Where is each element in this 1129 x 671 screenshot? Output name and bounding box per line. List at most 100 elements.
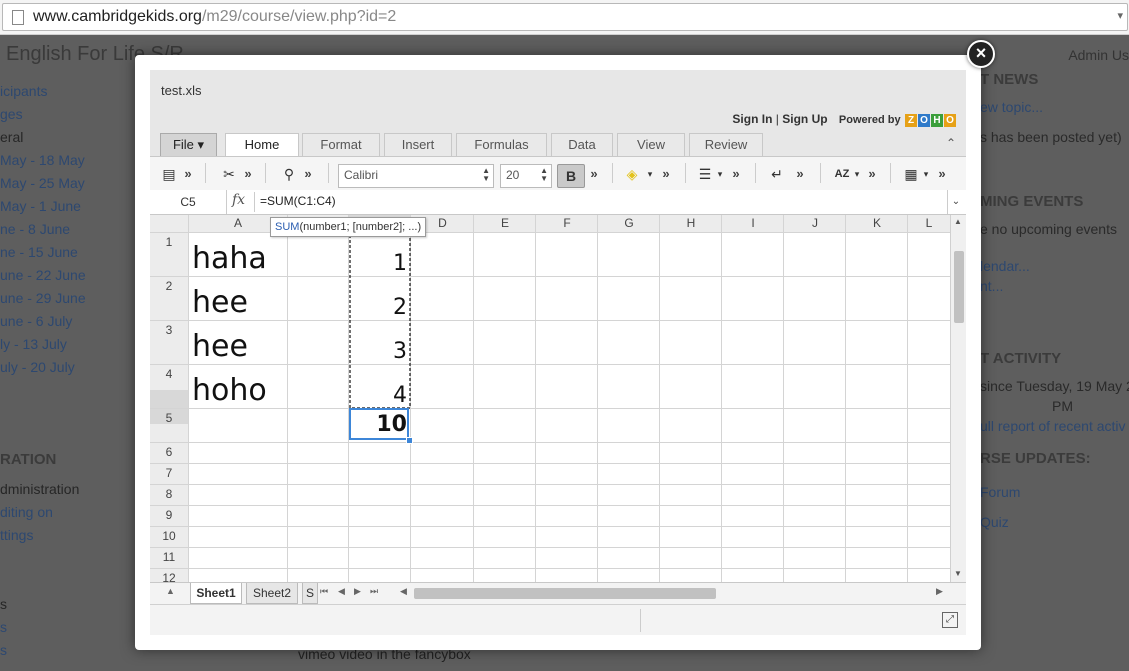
nav-item[interactable]: May - 25 May <box>0 175 85 191</box>
fill-handle[interactable] <box>406 437 413 444</box>
user-menu[interactable]: Admin Us <box>1068 47 1129 63</box>
nav-item[interactable]: ne - 15 June <box>0 244 78 260</box>
events-item[interactable]: lendar... <box>980 258 1030 274</box>
tab-view[interactable]: View <box>617 133 685 156</box>
row-header[interactable]: 9 <box>150 508 188 522</box>
scroll-up-icon[interactable]: ▲ <box>954 217 962 226</box>
close-button[interactable]: × <box>967 40 995 68</box>
cell-c4[interactable]: 4 <box>350 385 407 407</box>
column-header[interactable]: H <box>660 215 722 232</box>
nav-item[interactable]: eral <box>0 129 23 145</box>
cut-icon[interactable]: ✂ <box>220 164 238 184</box>
chevron-down-icon[interactable]: ▾ <box>715 164 725 184</box>
row-header[interactable]: 11 <box>150 550 188 564</box>
more-options-icon[interactable]: » <box>794 164 806 184</box>
cell-c1[interactable]: 1 <box>350 253 407 275</box>
spinner-icon[interactable]: ▲ ▼ <box>482 167 490 183</box>
sheet-tab-3[interactable]: S <box>302 583 318 604</box>
scroll-left-icon[interactable]: ◀ <box>400 586 407 597</box>
formula-input[interactable]: =SUM(C1:C4) <box>260 194 336 208</box>
nav-item[interactable]: une - 22 June <box>0 267 86 283</box>
chevron-down-icon[interactable]: ▾ <box>1117 9 1123 22</box>
row-header[interactable]: 7 <box>150 466 188 480</box>
fill-color-icon[interactable]: ◈ <box>623 164 641 184</box>
scrollbar-thumb[interactable] <box>414 588 716 599</box>
nav-item[interactable]: uly - 20 July <box>0 359 75 375</box>
more-options-icon[interactable]: » <box>242 164 254 184</box>
more-options-icon[interactable]: » <box>936 164 948 184</box>
nav-item[interactable]: une - 6 July <box>0 313 72 329</box>
collapse-ribbon-icon[interactable]: ⌃ <box>946 136 956 150</box>
more-options-icon[interactable]: » <box>182 164 194 184</box>
admin-item[interactable]: diting on <box>0 504 53 520</box>
zoho-logo[interactable]: ZOHO <box>904 112 956 127</box>
updates-item[interactable]: Forum <box>980 484 1020 500</box>
chevron-down-icon[interactable]: ▾ <box>645 164 655 184</box>
row-header[interactable]: 1 <box>150 235 188 249</box>
sign-up-link[interactable]: Sign Up <box>782 112 827 126</box>
admin-item[interactable]: ttings <box>0 527 33 543</box>
cell-a3[interactable]: hee <box>192 332 248 362</box>
nav-item[interactable]: ges <box>0 106 23 122</box>
nav-item[interactable]: icipants <box>0 83 47 99</box>
cell-c3[interactable]: 3 <box>350 341 407 363</box>
column-header[interactable]: K <box>846 215 908 232</box>
row-header[interactable]: 8 <box>150 487 188 501</box>
row-header[interactable]: 5 <box>150 411 188 425</box>
save-icon[interactable]: ▤ <box>160 164 178 184</box>
cell-a2[interactable]: hee <box>192 288 248 318</box>
scroll-down-icon[interactable]: ▼ <box>954 569 962 578</box>
spinner-icon[interactable]: ▲ ▼ <box>540 167 548 183</box>
bold-button[interactable]: B <box>557 164 585 188</box>
nav-item[interactable]: ne - 8 June <box>0 221 70 237</box>
next-sheet-icon[interactable]: ▶ <box>354 586 361 597</box>
more-options-icon[interactable]: » <box>660 164 672 184</box>
tab-insert[interactable]: Insert <box>384 133 452 156</box>
tab-review[interactable]: Review <box>689 133 763 156</box>
chevron-down-icon[interactable]: ▾ <box>921 164 931 184</box>
updates-item[interactable]: Quiz <box>980 514 1009 530</box>
more-options-icon[interactable]: » <box>730 164 742 184</box>
row-header[interactable]: 10 <box>150 529 188 543</box>
tab-format[interactable]: Format <box>302 133 380 156</box>
admin-item[interactable]: dministration <box>0 481 79 497</box>
address-bar[interactable]: www.cambridgekids.org/m29/course/view.ph… <box>2 3 1128 31</box>
row-header[interactable]: 12 <box>150 571 188 582</box>
row-header[interactable]: 2 <box>150 279 188 293</box>
chevron-down-icon[interactable]: ▾ <box>852 164 862 184</box>
function-icon[interactable]: fx <box>232 192 245 208</box>
nav-item[interactable]: ly - 13 July <box>0 336 67 352</box>
expand-icon[interactable]: ⌄ <box>947 190 964 214</box>
prev-sheet-icon[interactable]: ◀ <box>338 586 345 597</box>
spreadsheet-grid[interactable]: A B C D E F G H I J K L 1 2 3 4 5 6 7 8 … <box>150 215 950 582</box>
first-sheet-icon[interactable]: ⏮ <box>320 586 328 597</box>
nav-item[interactable]: May - 1 June <box>0 198 81 214</box>
scrollbar-thumb[interactable] <box>954 251 964 323</box>
vertical-scrollbar[interactable]: ▲ ▼ <box>950 215 966 582</box>
url-text[interactable]: www.cambridgekids.org/m29/course/view.ph… <box>33 8 396 26</box>
cell-a1[interactable]: haha <box>192 244 267 274</box>
function-name[interactable]: SUM <box>275 221 299 233</box>
table-icon[interactable]: ▦ <box>902 164 920 184</box>
sheet-tab-1[interactable]: Sheet1 <box>190 583 242 604</box>
cell-a4[interactable]: hoho <box>192 376 267 406</box>
sort-icon[interactable]: AZ <box>832 164 852 184</box>
activity-item[interactable]: ull report of recent activ <box>980 418 1126 434</box>
sheet-tab-2[interactable]: Sheet2 <box>246 583 298 604</box>
row-header[interactable]: 3 <box>150 323 188 337</box>
wrap-text-icon[interactable]: ↵ <box>768 164 786 184</box>
row-header[interactable]: 6 <box>150 445 188 459</box>
font-size-stepper[interactable]: 20 ▲ ▼ <box>500 164 552 188</box>
tab-home[interactable]: Home <box>225 133 299 157</box>
scroll-right-icon[interactable]: ▶ <box>936 586 943 597</box>
format-painter-icon[interactable]: ⚲ <box>280 164 298 184</box>
horizontal-scrollbar[interactable]: ◀ ▶ <box>400 586 946 600</box>
row-header[interactable]: 4 <box>150 367 188 381</box>
cell-c2[interactable]: 2 <box>350 297 407 319</box>
column-header[interactable]: J <box>784 215 846 232</box>
sign-in-link[interactable]: Sign In <box>732 112 772 126</box>
more-options-icon[interactable]: » <box>866 164 878 184</box>
column-header[interactable]: G <box>598 215 660 232</box>
nav-item[interactable]: une - 29 June <box>0 290 86 306</box>
scroll-up-icon[interactable]: ▲ <box>166 586 175 596</box>
